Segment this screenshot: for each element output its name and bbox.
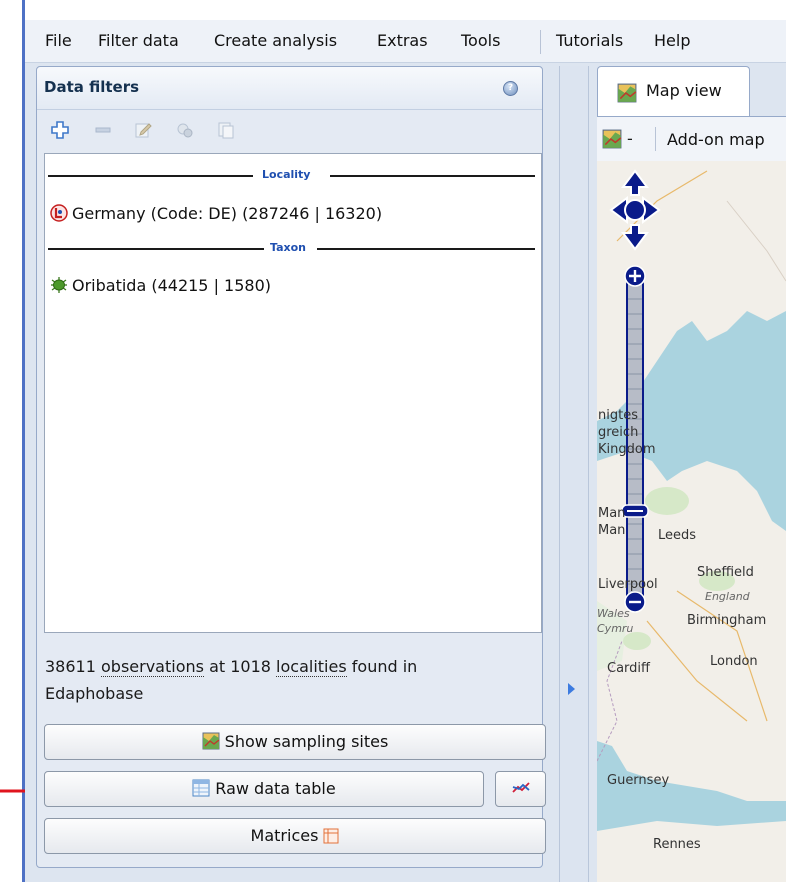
- map-toolbar: - Add-on map: [597, 116, 786, 162]
- summary-at-text: at 1018: [209, 657, 271, 676]
- section-divider: [48, 248, 264, 250]
- add-filter-icon[interactable]: [51, 121, 69, 139]
- panel-header: Data filters ?: [37, 67, 542, 110]
- section-divider: [330, 175, 535, 177]
- filter-entry-label: Germany (Code: DE) (287246 | 16320): [72, 204, 383, 223]
- map-label: Kingdom: [598, 442, 656, 457]
- filter-settings-icon[interactable]: [176, 121, 194, 139]
- map-label: England: [705, 590, 750, 603]
- section-label-locality: Locality: [262, 168, 311, 181]
- remove-filter-icon[interactable]: [94, 121, 112, 139]
- menu-file[interactable]: File: [45, 31, 72, 50]
- observation-count: 38611: [45, 657, 96, 676]
- help-icon[interactable]: ?: [503, 81, 518, 96]
- layer-dropdown-indicator[interactable]: -: [627, 129, 633, 148]
- pan-control[interactable]: [609, 169, 661, 251]
- menu-filter-data[interactable]: Filter data: [98, 31, 179, 50]
- map-label: Rennes: [653, 837, 701, 852]
- section-divider: [48, 175, 253, 177]
- map-label: Guernsey: [607, 773, 670, 788]
- map-label: Man: [598, 506, 626, 521]
- panel-splitter[interactable]: [559, 66, 589, 882]
- map-canvas[interactable]: nigtes greich Kingdom Man Man Leeds Shef…: [597, 161, 786, 882]
- tab-map-view[interactable]: Map view: [597, 66, 750, 116]
- application-window: File Filter data Create analysis Extras …: [25, 0, 786, 882]
- filter-entry-locality[interactable]: Germany (Code: DE) (287246 | 16320): [50, 204, 382, 223]
- map-label: nigtes: [598, 408, 638, 423]
- zoom-in-icon[interactable]: [624, 265, 646, 287]
- filter-list: Locality Germany (Code: DE) (287246 | 16…: [44, 153, 542, 633]
- map-label: Leeds: [658, 528, 697, 543]
- menu-tools[interactable]: Tools: [461, 31, 500, 50]
- button-label: Show sampling sites: [224, 732, 389, 751]
- map-icon: [617, 83, 637, 103]
- outer-margin: [0, 0, 22, 882]
- mite-icon: [51, 277, 67, 293]
- show-sampling-sites-button[interactable]: Show sampling sites: [44, 724, 546, 760]
- filter-toolbar: [37, 110, 542, 152]
- menu-tutorials[interactable]: Tutorials: [556, 31, 623, 50]
- expand-arrow-icon[interactable]: [568, 683, 575, 695]
- copy-filter-icon[interactable]: [217, 121, 235, 139]
- section-label-taxon: Taxon: [270, 241, 306, 254]
- map-label: Sheffield: [697, 565, 754, 580]
- map-layer-icon[interactable]: [602, 129, 622, 149]
- localities-link[interactable]: localities: [276, 657, 347, 677]
- tab-label: Map view: [646, 81, 722, 100]
- results-summary: 38611 observations at 1018 localities fo…: [45, 653, 515, 707]
- observations-link[interactable]: observations: [101, 657, 204, 677]
- matrices-button[interactable]: Matrices: [44, 818, 546, 854]
- menu-separator: [540, 30, 541, 54]
- map-label: greich: [598, 425, 639, 440]
- filter-entry-taxon[interactable]: Oribatida (44215 | 1580): [50, 276, 271, 295]
- map-icon: [202, 732, 220, 750]
- button-label: Matrices: [250, 826, 319, 845]
- section-divider: [317, 248, 535, 250]
- panel-title: Data filters: [44, 78, 140, 96]
- map-label: Cymru: [597, 622, 634, 635]
- menu-create-analysis[interactable]: Create analysis: [214, 31, 337, 50]
- data-source: Edaphobase: [45, 684, 144, 703]
- chart-button[interactable]: [495, 771, 546, 807]
- map-label: Liverpool: [598, 577, 658, 592]
- button-label: Raw data table: [215, 779, 336, 798]
- map-label: London: [710, 654, 758, 669]
- summary-found-text: found in: [351, 657, 418, 676]
- map-label: Birmingham: [687, 613, 767, 628]
- chart-icon: [511, 782, 530, 793]
- map-label: Cardiff: [607, 661, 650, 676]
- addon-map-button[interactable]: Add-on map: [667, 130, 765, 149]
- map-label: Wales: [597, 607, 630, 620]
- map-label: Man: [598, 523, 626, 538]
- map-panel: Map view - Add-on map nigtes greich King…: [597, 66, 786, 882]
- matrix-icon: [323, 828, 339, 844]
- edit-filter-icon[interactable]: [134, 121, 152, 139]
- toolbar-separator: [655, 127, 656, 151]
- locality-icon: [50, 204, 68, 222]
- window-top-strip: [25, 0, 786, 20]
- menu-bar: File Filter data Create analysis Extras …: [25, 20, 786, 63]
- raw-data-table-button[interactable]: Raw data table: [44, 771, 484, 807]
- data-filters-panel: Data filters ? Locality Germany (Code: D…: [36, 66, 546, 868]
- menu-extras[interactable]: Extras: [377, 31, 428, 50]
- menu-help[interactable]: Help: [654, 31, 690, 50]
- table-icon: [192, 779, 210, 797]
- filter-entry-label: Oribatida (44215 | 1580): [72, 276, 272, 295]
